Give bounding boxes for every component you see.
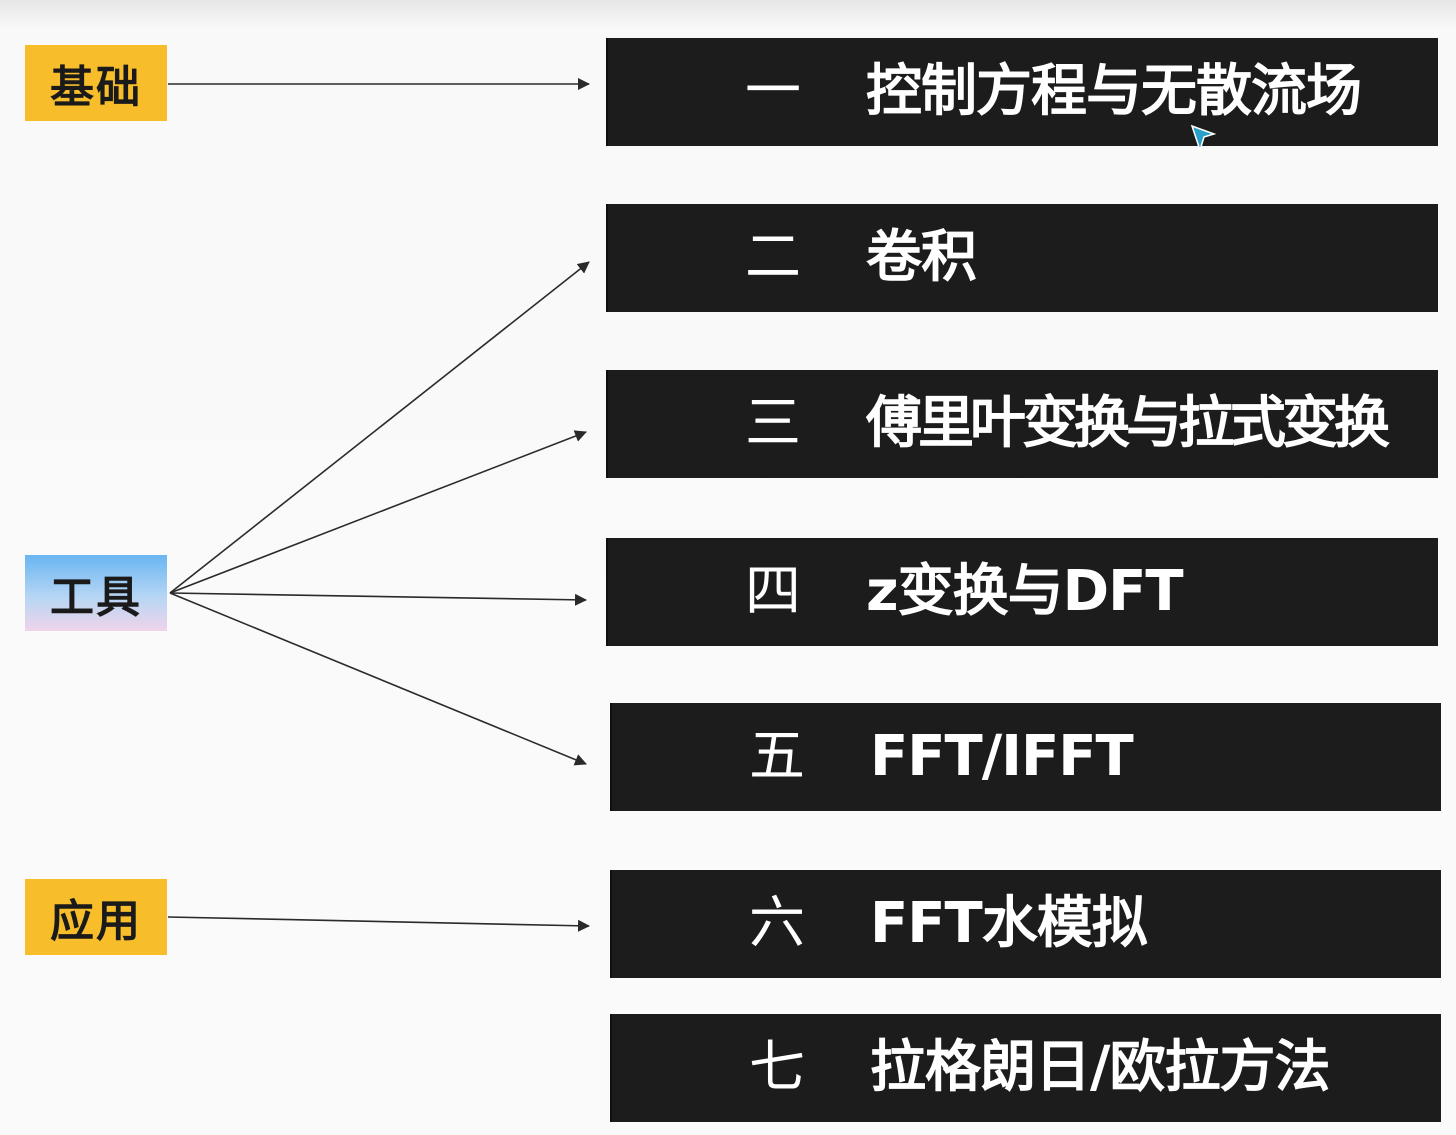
chapter-number: 七 (749, 1035, 805, 1100)
chapter-title: 控制方程与无散流场 (866, 59, 1362, 124)
chapter-title: 拉格朗日/欧拉方法 (870, 1035, 1330, 1100)
chapter-box-3: 三 傅里叶变换与拉式变换 (606, 370, 1438, 478)
arrow-tools-to-ch5 (169, 592, 587, 766)
course-outline-diagram: 基础 工具 应用 一 控制方程与无散流场 二 卷积 三 傅里叶变换与拉式变换 四… (0, 0, 1456, 1135)
chapter-number: 二 (745, 225, 801, 290)
chapter-number: 一 (745, 59, 801, 124)
category-tools: 工具 (25, 555, 167, 631)
chapter-box-7: 七 拉格朗日/欧拉方法 (610, 1014, 1441, 1122)
chapter-box-6: 六 FFT水模拟 (610, 870, 1441, 978)
chapter-title: z变换与DFT (866, 559, 1184, 624)
chapter-number: 三 (745, 391, 801, 456)
chapter-title: 卷积 (866, 225, 977, 290)
arrow-tools-to-ch2 (169, 261, 590, 594)
chapter-title: FFT水模拟 (870, 891, 1148, 956)
arrow-tools-to-ch3 (169, 430, 587, 594)
chapter-box-4: 四 z变换与DFT (606, 538, 1438, 646)
category-applications: 应用 (25, 879, 167, 955)
chapter-box-2: 二 卷积 (606, 204, 1438, 312)
chapter-box-1: 一 控制方程与无散流场 (606, 38, 1438, 146)
chapter-box-5: 五 FFT/IFFT (610, 703, 1441, 811)
chapter-title: FFT/IFFT (870, 724, 1134, 789)
chapter-title: 傅里叶变换与拉式变换 (866, 391, 1390, 456)
mouse-cursor-icon (1190, 124, 1216, 152)
chapter-number: 六 (749, 891, 805, 956)
arrow-tools-to-ch4 (169, 592, 587, 606)
chapter-number: 五 (749, 724, 805, 789)
category-basics: 基础 (25, 45, 167, 121)
chapter-number: 四 (745, 559, 801, 624)
arrow-applications-to-ch6 (167, 916, 590, 932)
